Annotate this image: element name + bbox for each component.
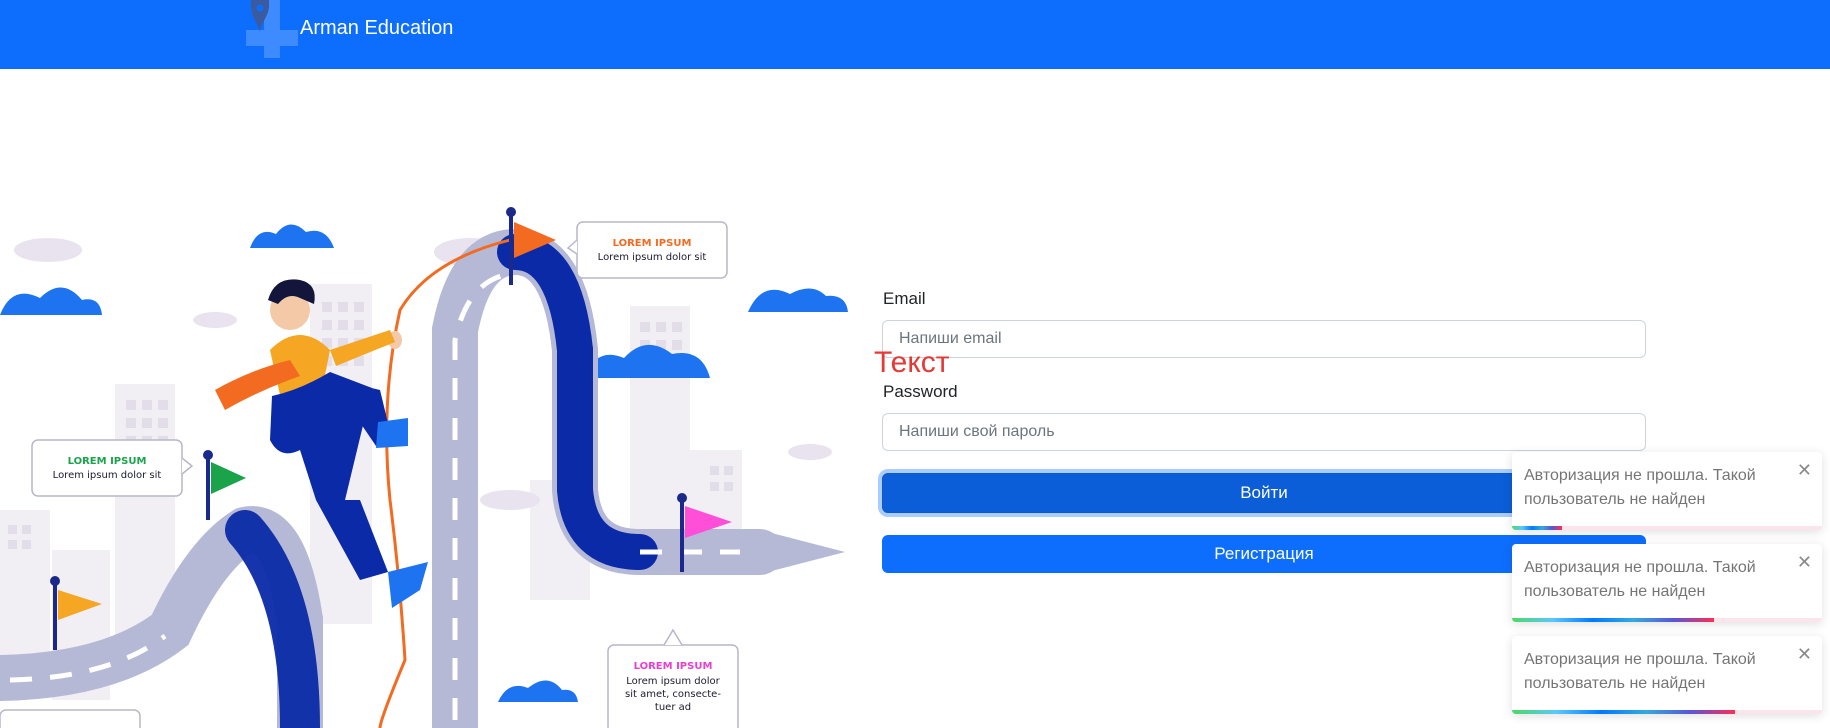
overlay-text: Текст bbox=[874, 346, 950, 379]
password-input[interactable] bbox=[882, 413, 1646, 451]
callout-orange-body: Lorem ipsum dolor sit bbox=[598, 252, 707, 263]
callout-green: LOREM IPSUM Lorem ipsum dolor sit bbox=[31, 439, 194, 497]
error-toast[interactable]: Авторизация не прошла. Такой пользовател… bbox=[1512, 452, 1822, 530]
close-icon[interactable]: ✕ bbox=[1797, 552, 1812, 573]
toast-progress-bar bbox=[1512, 710, 1736, 714]
toast-progress-bar bbox=[1512, 526, 1562, 530]
callout-pink-line-2: sit amet, consecte- bbox=[625, 689, 721, 700]
toast-message: Авторизация не прошла. Такой пользовател… bbox=[1524, 559, 1756, 600]
brand-name[interactable]: Arman Education bbox=[300, 17, 453, 40]
toast-progress-bar bbox=[1512, 618, 1714, 622]
email-input[interactable] bbox=[882, 320, 1646, 358]
error-toast[interactable]: Авторизация не прошла. Такой пользовател… bbox=[1512, 636, 1822, 714]
location-pin-cross-logo[interactable] bbox=[236, 0, 298, 58]
callout-green-body: Lorem ipsum dolor sit bbox=[53, 470, 162, 481]
toast-message: Авторизация не прошла. Такой пользовател… bbox=[1524, 467, 1756, 508]
callout-green-title: LOREM IPSUM bbox=[68, 456, 147, 467]
email-label: Email bbox=[883, 289, 926, 308]
hero-illustration: LOREM IPSUM Lorem ipsum dolor sit LOREM … bbox=[0, 207, 848, 728]
callout-orange-title: LOREM IPSUM bbox=[613, 238, 692, 249]
callout-pink: LOREM IPSUM Lorem ipsum dolor sit amet, … bbox=[607, 628, 739, 728]
password-label: Password bbox=[883, 382, 958, 401]
toast-message: Авторизация не прошла. Такой пользовател… bbox=[1524, 651, 1756, 692]
navbar: Arman Education bbox=[0, 0, 1830, 69]
callout-pink-line-1: Lorem ipsum dolor bbox=[626, 676, 720, 687]
close-icon[interactable]: ✕ bbox=[1797, 644, 1812, 665]
callout-pink-line-3: tuer ad bbox=[655, 702, 691, 713]
callout-pink-title: LOREM IPSUM bbox=[634, 661, 713, 672]
error-toast[interactable]: Авторизация не прошла. Такой пользовател… bbox=[1512, 544, 1822, 622]
callout-orange: LOREM IPSUM Lorem ipsum dolor sit bbox=[566, 221, 728, 279]
close-icon[interactable]: ✕ bbox=[1797, 460, 1812, 481]
